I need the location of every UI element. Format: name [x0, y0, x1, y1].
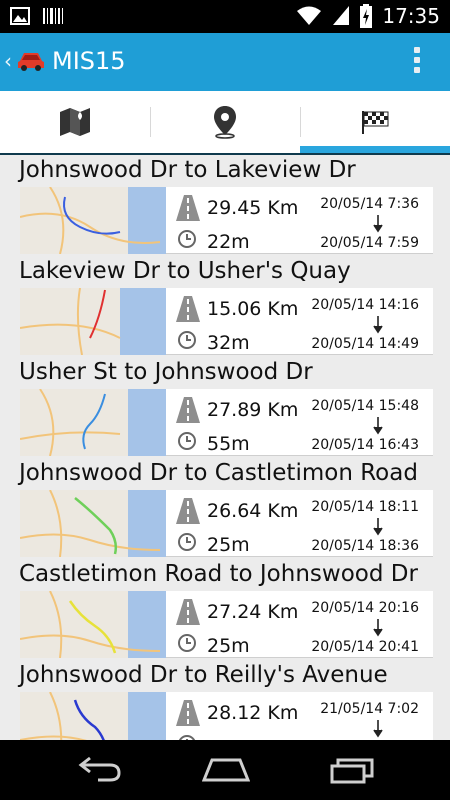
- clock-icon: [178, 634, 196, 652]
- trip-end-time: 20/05/14 18:36: [311, 538, 419, 554]
- down-arrow-icon: [373, 518, 383, 536]
- trip-end-time: 20/05/14 20:41: [311, 639, 419, 655]
- route-map-thumbnail: [20, 490, 166, 557]
- route-map-thumbnail: [20, 591, 166, 658]
- trip-duration: 55m: [207, 433, 250, 455]
- trip-distance: 26.64 Km: [207, 500, 299, 522]
- down-arrow-icon: [373, 619, 383, 637]
- trip-title: Johnswood Dr to Lakeview Dr: [19, 157, 356, 183]
- checkered-flag-icon: [362, 111, 389, 134]
- trip-list[interactable]: Johnswood Dr to Lakeview Dr 29.45 Km 22m…: [0, 155, 450, 740]
- down-arrow-icon: [373, 316, 383, 334]
- route-map-thumbnail: [20, 187, 166, 254]
- road-icon: [176, 397, 200, 423]
- road-icon: [176, 599, 200, 625]
- trip-title: Lakeview Dr to Usher's Quay: [19, 258, 351, 284]
- trip-start-time: 20/05/14 7:36: [320, 196, 419, 212]
- trip-start-time: 20/05/14 20:16: [311, 600, 419, 616]
- wifi-icon: [297, 6, 322, 25]
- status-clock: 17:35: [382, 4, 440, 28]
- trip-distance: 15.06 Km: [207, 298, 299, 320]
- trip-end-time: 20/05/14 7:59: [320, 235, 419, 251]
- home-button-icon[interactable]: [202, 756, 250, 782]
- trip-list-item[interactable]: Usher St to Johnswood Dr 27.89 Km 55m 20…: [0, 357, 450, 458]
- tab-bar: [0, 91, 450, 153]
- route-map-thumbnail: [20, 288, 166, 355]
- action-bar: ‹ MIS15: [0, 33, 450, 91]
- trip-info-panel: 29.45 Km 22m 20/05/14 7:36 20/05/14 7:59: [166, 187, 433, 254]
- road-icon: [176, 296, 200, 322]
- trip-info-panel: 27.89 Km 55m 20/05/14 15:48 20/05/14 16:…: [166, 389, 433, 456]
- trip-start-time: 20/05/14 14:16: [311, 297, 419, 313]
- clock-icon: [178, 432, 196, 450]
- trip-title: Johnswood Dr to Castletimon Road: [19, 460, 418, 486]
- clock-icon: [178, 533, 196, 551]
- barcode-notification-icon: [43, 8, 63, 24]
- clock-icon: [178, 331, 196, 349]
- selected-tab-indicator: [300, 146, 450, 153]
- trip-distance: 27.89 Km: [207, 399, 299, 421]
- trip-start-time: 21/05/14 7:02: [320, 701, 419, 717]
- down-arrow-icon: [373, 215, 383, 233]
- battery-charging-icon: [360, 4, 373, 28]
- trip-duration: 22m: [207, 231, 250, 253]
- trip-info-panel: 26.64 Km 25m 20/05/14 18:11 20/05/14 18:…: [166, 490, 433, 557]
- map-icon: [60, 108, 90, 136]
- trip-end-time: 20/05/14 14:49: [311, 336, 419, 352]
- clock-icon: [178, 230, 196, 248]
- trip-title: Johnswood Dr to Reilly's Avenue: [19, 662, 388, 688]
- tab-trips[interactable]: [300, 91, 450, 153]
- cell-signal-icon: [333, 6, 350, 25]
- gallery-notification-icon: [10, 7, 30, 25]
- system-navigation-bar: [0, 740, 450, 800]
- trip-info-panel: 15.06 Km 32m 20/05/14 14:16 20/05/14 14:…: [166, 288, 433, 355]
- trip-duration: 25m: [207, 534, 250, 556]
- trip-info-panel: 28.12 Km 21/05/14 7:02: [166, 692, 433, 740]
- trip-end-time: 20/05/14 16:43: [311, 437, 419, 453]
- tab-location[interactable]: [150, 91, 300, 153]
- location-pin-icon: [214, 106, 236, 139]
- route-map-thumbnail: [20, 692, 166, 740]
- tab-map[interactable]: [0, 91, 150, 153]
- trip-duration: 25m: [207, 635, 250, 657]
- trip-list-item[interactable]: Castletimon Road to Johnswood Dr 27.24 K…: [0, 559, 450, 660]
- trip-list-item[interactable]: Lakeview Dr to Usher's Quay 15.06 Km 32m…: [0, 256, 450, 357]
- trip-start-time: 20/05/14 18:11: [311, 499, 419, 515]
- trip-distance: 28.12 Km: [207, 702, 299, 724]
- trip-distance: 27.24 Km: [207, 601, 299, 623]
- trip-info-panel: 27.24 Km 25m 20/05/14 20:16 20/05/14 20:…: [166, 591, 433, 658]
- trip-start-time: 20/05/14 15:48: [311, 398, 419, 414]
- down-arrow-icon: [373, 720, 383, 738]
- recent-apps-button-icon[interactable]: [330, 756, 374, 784]
- trip-list-item[interactable]: Johnswood Dr to Reilly's Avenue 28.12 Km…: [0, 660, 450, 740]
- back-button-icon[interactable]: [78, 756, 122, 782]
- trip-title: Castletimon Road to Johnswood Dr: [19, 561, 418, 587]
- trip-distance: 29.45 Km: [207, 197, 299, 219]
- down-arrow-icon: [373, 417, 383, 435]
- trip-list-item[interactable]: Johnswood Dr to Lakeview Dr 29.45 Km 22m…: [0, 155, 450, 256]
- road-icon: [176, 498, 200, 524]
- overflow-menu-icon[interactable]: [414, 47, 420, 77]
- trip-list-item[interactable]: Johnswood Dr to Castletimon Road 26.64 K…: [0, 458, 450, 559]
- up-navigation-icon[interactable]: ‹: [4, 51, 12, 71]
- road-icon: [176, 195, 200, 221]
- trip-duration: 32m: [207, 332, 250, 354]
- status-bar: 17:35: [0, 0, 450, 33]
- route-map-thumbnail: [20, 389, 166, 456]
- road-icon: [176, 700, 200, 726]
- trip-title: Usher St to Johnswood Dr: [19, 359, 313, 385]
- car-app-icon[interactable]: [16, 50, 46, 72]
- app-title: MIS15: [52, 47, 126, 75]
